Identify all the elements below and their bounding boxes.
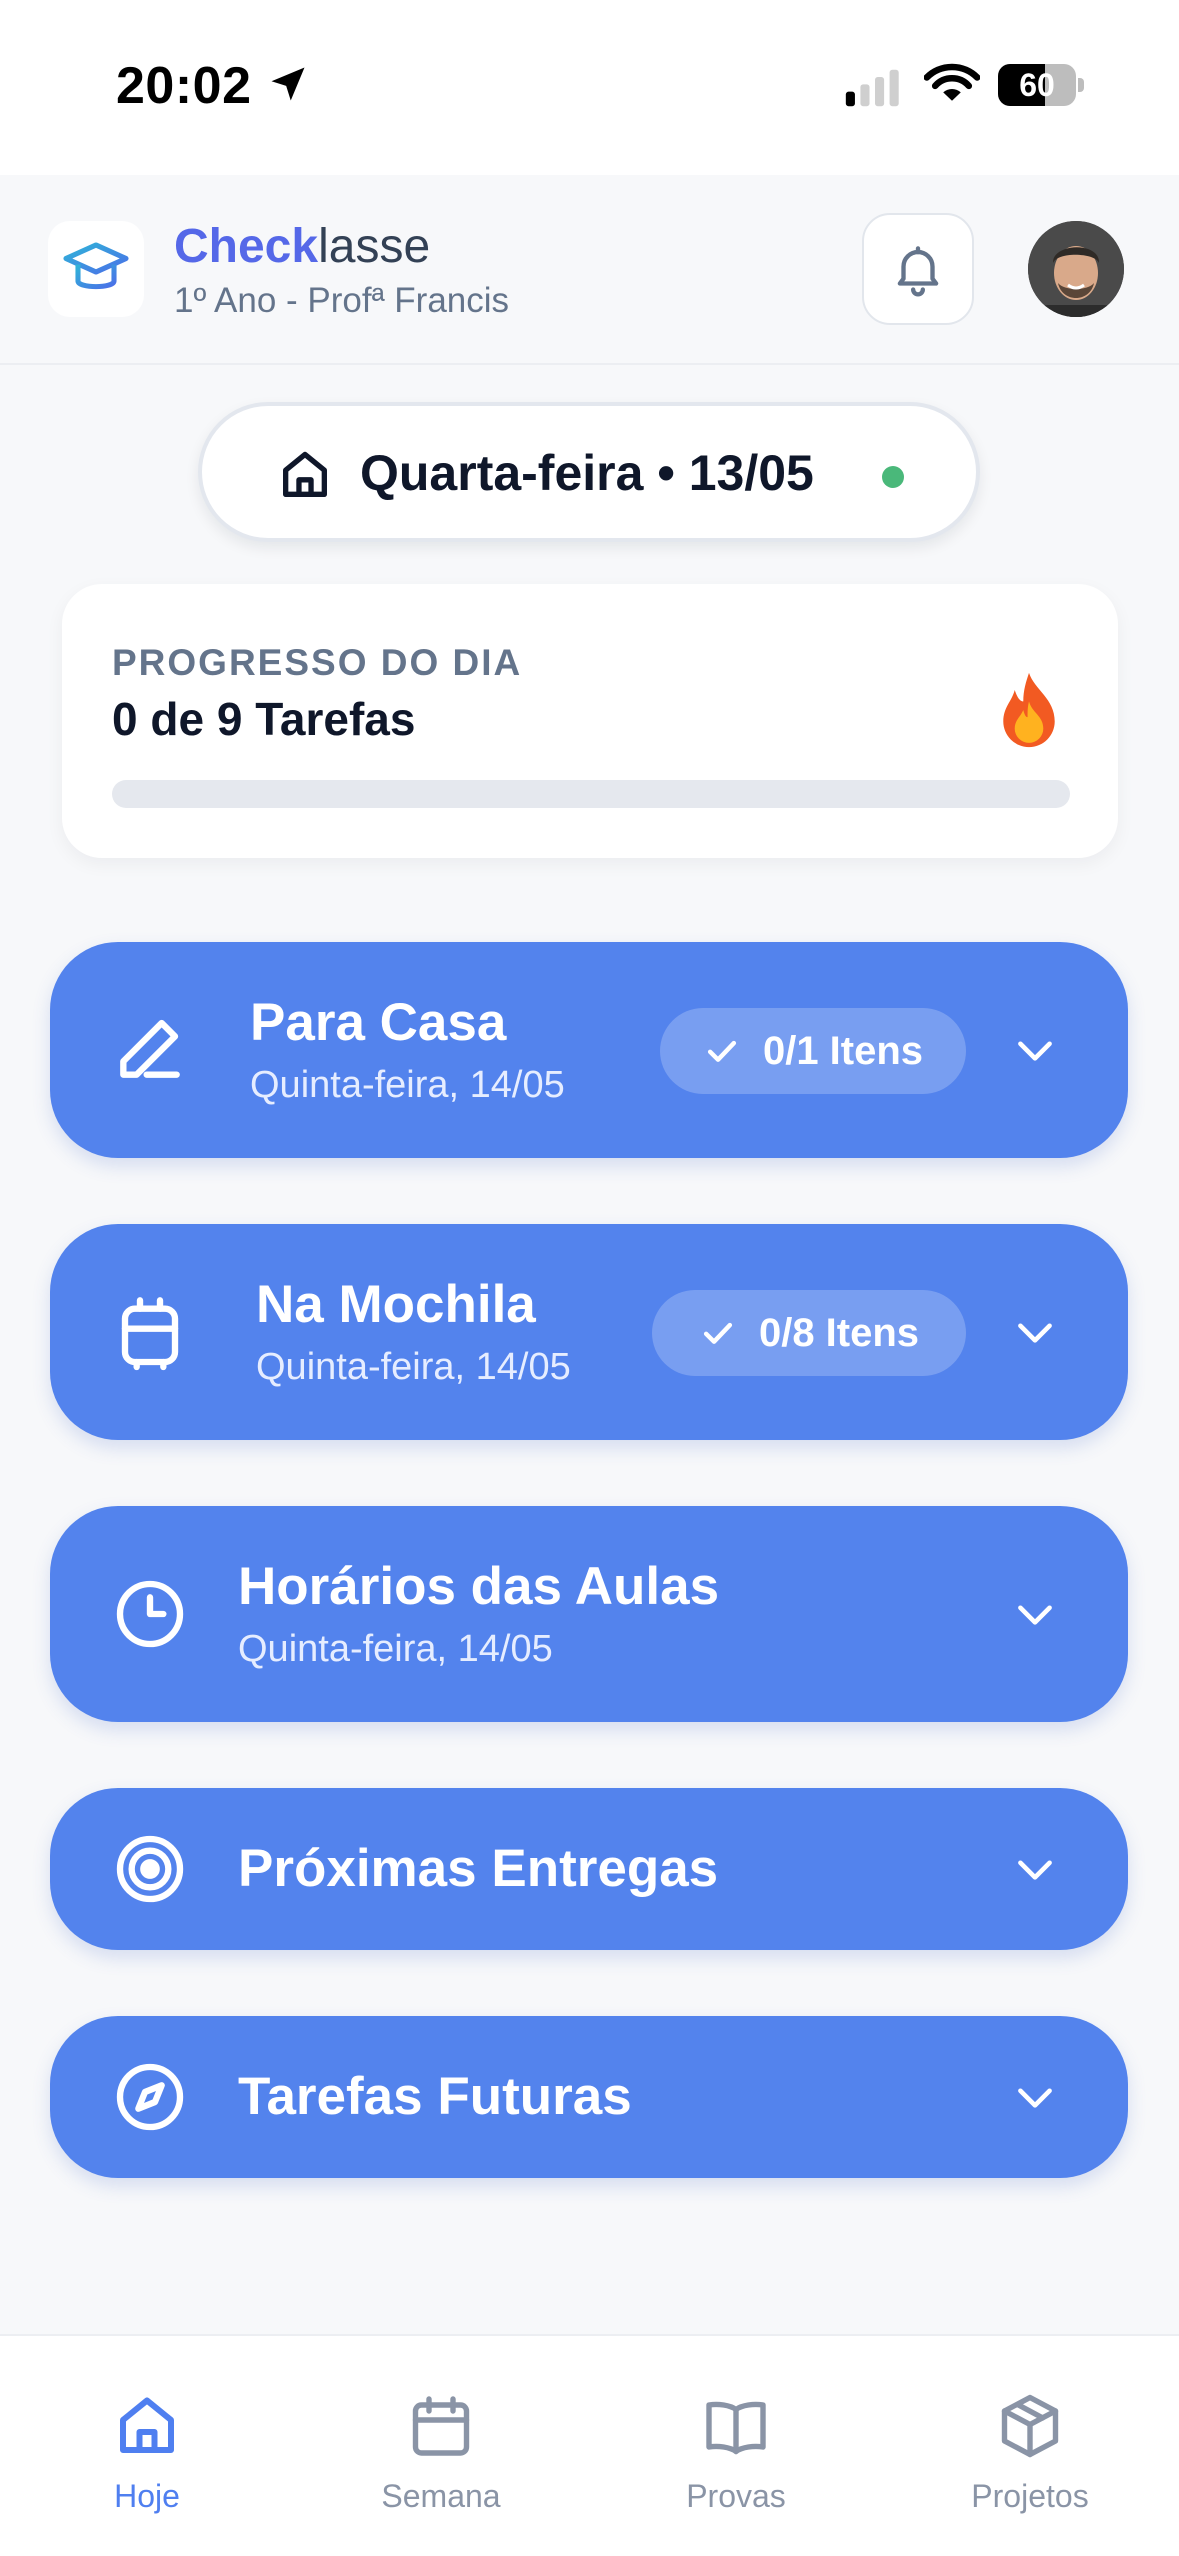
section-subtitle: Quinta-feira, 14/05	[256, 1346, 571, 1388]
compass-icon	[116, 2063, 184, 2131]
bell-icon	[897, 246, 939, 297]
battery-cap	[1078, 78, 1084, 92]
section-proximas-entregas[interactable]: Próximas Entregas	[50, 1788, 1128, 1950]
check-icon	[703, 1322, 733, 1344]
home-icon	[283, 451, 327, 497]
chevron-down-icon[interactable]	[1010, 2072, 1060, 2122]
bottom-nav: Hoje Semana Provas Projetos	[0, 2334, 1179, 2556]
nav-label: Semana	[381, 2478, 501, 2514]
section-title: Tarefas Futuras	[238, 2067, 632, 2126]
section-subtitle: Quinta-feira, 14/05	[250, 1064, 565, 1106]
section-na-mochila[interactable]: Na Mochila Quinta-feira, 14/05 0/8 Itens	[50, 1224, 1128, 1440]
target-icon	[116, 1835, 184, 1903]
brand-strong: Check	[174, 220, 319, 273]
items-count-badge: 0/1 Itens	[660, 1008, 966, 1094]
section-tarefas-futuras[interactable]: Tarefas Futuras	[50, 2016, 1128, 2178]
brand-rest: lasse	[318, 220, 431, 273]
battery-indicator: 60	[998, 64, 1076, 106]
current-day-pill[interactable]: Quarta-feira • 13/05	[198, 402, 980, 542]
chevron-down-icon[interactable]	[1010, 1307, 1060, 1357]
section-title: Na Mochila	[256, 1275, 536, 1334]
chevron-down-icon[interactable]	[1010, 1844, 1060, 1894]
items-count: 0/8 Itens	[758, 1310, 920, 1355]
app-header: Checklasse 1º Ano - Profª Francis	[0, 175, 1179, 365]
section-horarios[interactable]: Horários das Aulas Quinta-feira, 14/05	[50, 1506, 1128, 1722]
section-subtitle: Quinta-feira, 14/05	[238, 1628, 553, 1670]
graduation-cap-icon	[63, 242, 129, 290]
items-count-badge: 0/8 Itens	[652, 1290, 966, 1376]
home-icon	[120, 2397, 174, 2453]
box-icon	[1001, 2394, 1059, 2458]
nav-item-projetos[interactable]: Projetos	[930, 2390, 1130, 2515]
battery-level: 60	[1019, 66, 1055, 103]
calendar-icon	[412, 2396, 470, 2456]
nav-label: Provas	[686, 2478, 786, 2514]
nav-item-provas[interactable]: Provas	[636, 2390, 836, 2515]
status-bar: 20:02 60	[0, 0, 1179, 175]
app-brand: Checklasse	[174, 219, 430, 274]
progress-count: 0 de 9 Tarefas	[112, 693, 416, 745]
fire-icon	[1003, 672, 1055, 748]
notifications-button[interactable]	[862, 213, 974, 325]
user-photo	[1028, 221, 1124, 317]
nav-label: Projetos	[971, 2478, 1089, 2514]
pencil-icon	[120, 1019, 180, 1078]
chevron-down-icon[interactable]	[1010, 1025, 1060, 1075]
progress-label: PROGRESSO DO DIA	[112, 642, 523, 683]
clock-icon	[116, 1580, 184, 1648]
section-title: Para Casa	[250, 993, 507, 1052]
cellular-signal-icon	[845, 69, 899, 107]
nav-label: Hoje	[114, 2478, 180, 2514]
status-time: 20:02	[116, 57, 252, 115]
nav-item-semana[interactable]: Semana	[341, 2390, 541, 2515]
nav-item-hoje[interactable]: Hoje	[47, 2390, 247, 2515]
backpack-icon	[121, 1297, 179, 1371]
book-icon	[706, 2401, 766, 2455]
progress-bar	[112, 780, 1070, 808]
current-date: Quarta-feira • 13/05	[360, 445, 814, 501]
items-count: 0/1 Itens	[762, 1028, 924, 1073]
daily-progress-card: PROGRESSO DO DIA 0 de 9 Tarefas	[62, 584, 1118, 858]
app-logo	[48, 221, 144, 317]
section-title: Próximas Entregas	[238, 1839, 719, 1898]
online-status-dot	[882, 466, 904, 488]
wifi-icon	[924, 63, 980, 101]
section-para-casa[interactable]: Para Casa Quinta-feira, 14/05 0/1 Itens	[50, 942, 1128, 1158]
avatar[interactable]	[1028, 221, 1124, 317]
chevron-down-icon[interactable]	[1010, 1589, 1060, 1639]
section-title: Horários das Aulas	[238, 1557, 720, 1616]
check-icon	[707, 1040, 737, 1062]
location-arrow-icon	[271, 67, 305, 101]
class-subtitle: 1º Ano - Profª Francis	[174, 281, 510, 320]
